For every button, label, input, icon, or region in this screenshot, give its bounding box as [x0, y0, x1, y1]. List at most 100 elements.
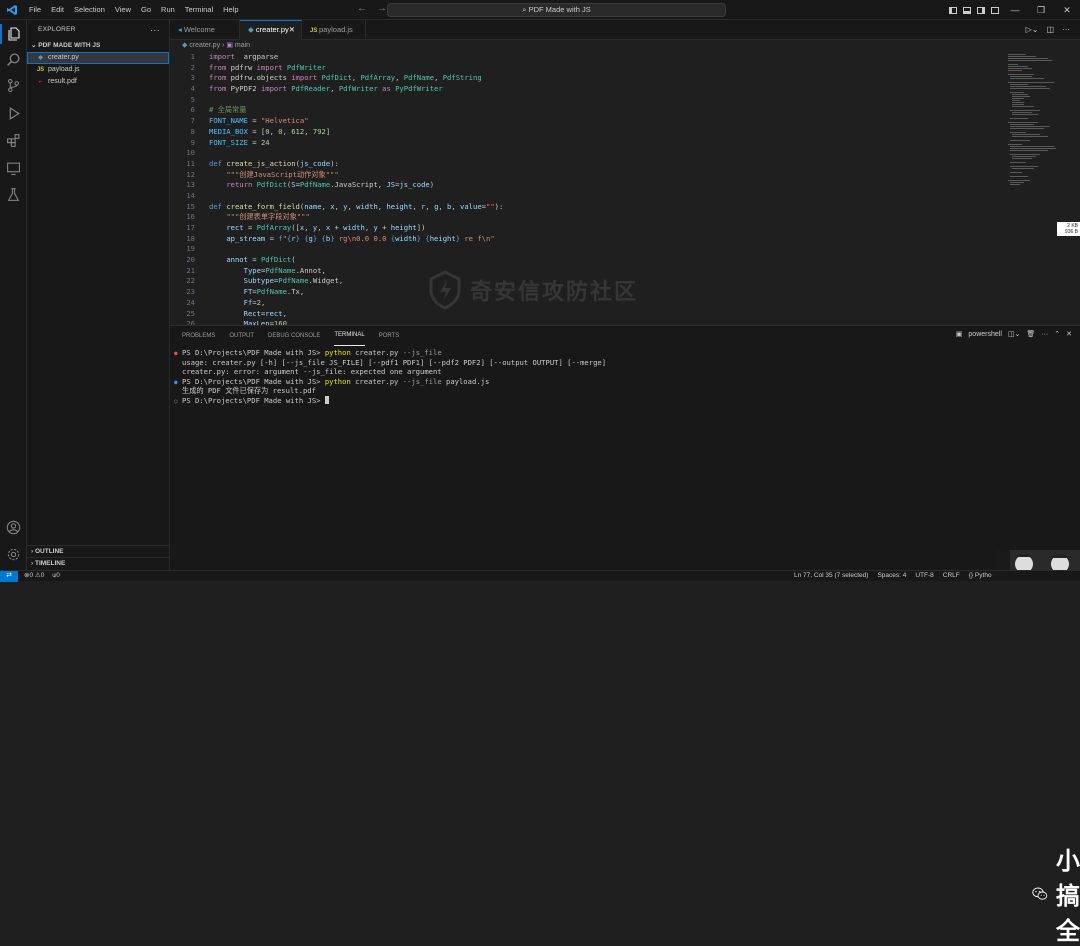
line-number: 12	[186, 169, 195, 179]
maximize-panel-icon[interactable]: ⌃	[1054, 330, 1060, 338]
line-number: 22	[186, 276, 195, 286]
search-icon[interactable]	[6, 52, 21, 67]
account-icon[interactable]	[6, 520, 21, 535]
testing-icon[interactable]	[6, 187, 21, 202]
menu-item-help[interactable]: Help	[218, 0, 243, 20]
menu-item-run[interactable]: Run	[156, 0, 180, 20]
end-of-line[interactable]: CRLF	[943, 571, 960, 581]
menu-item-terminal[interactable]: Terminal	[180, 0, 218, 20]
back-arrow-icon[interactable]: ←	[357, 3, 367, 14]
line-number: 4	[190, 84, 195, 94]
code-token: (	[291, 255, 296, 265]
code-token: ,	[412, 201, 422, 211]
indentation[interactable]: Spaces: 4	[877, 571, 906, 581]
code-token: =	[243, 223, 257, 232]
outline-section[interactable]: › OUTLINE	[27, 545, 170, 557]
toggle-secondary-sidebar-icon[interactable]	[974, 0, 988, 20]
restore-button[interactable]: ❐	[1028, 0, 1054, 20]
panel-tab-debug-console[interactable]: DEBUG CONSOLE	[268, 326, 320, 346]
more-actions-icon[interactable]: ···	[1062, 20, 1070, 40]
menu-item-go[interactable]: Go	[136, 0, 156, 20]
code-token: import	[256, 62, 283, 72]
problems-indicator[interactable]: ⊗0 ⚠0	[24, 571, 44, 581]
file-result-pdf[interactable]: ⌐ result.pdf	[27, 76, 169, 88]
explorer-header: EXPLORER ···	[27, 20, 169, 40]
terminal-profile[interactable]: powershell	[968, 331, 1001, 338]
close-icon[interactable]: ✕	[289, 21, 295, 39]
line-number: 10	[186, 148, 195, 158]
menu-item-file[interactable]: File	[24, 0, 46, 20]
code-token: ]	[325, 126, 331, 136]
panel-tab-ports[interactable]: PORTS	[379, 326, 400, 346]
toggle-panel-icon[interactable]	[960, 0, 974, 20]
menu-item-edit[interactable]: Edit	[46, 0, 69, 20]
trash-icon[interactable]: 🗑	[1026, 330, 1035, 338]
line-number: 15	[186, 201, 195, 211]
code-token: ([	[291, 223, 300, 232]
tab-creater-py[interactable]: ◆ creater.py ✕	[240, 20, 302, 40]
status-bar: ⇄ ⊗0 ⚠0 ⍦0 Ln 77, Col 35 (7 selected) Sp…	[0, 570, 1080, 582]
cursor-position[interactable]: Ln 77, Col 35 (7 selected)	[794, 571, 868, 581]
line-source: return PdfDict(S=PdfName.JavaScript, JS=…	[209, 180, 434, 191]
tab-welcome[interactable]: ◂ Welcome	[170, 20, 240, 40]
file-creater-py[interactable]: ◆ creater.py	[27, 52, 169, 64]
close-window-button[interactable]: ✕	[1054, 0, 1080, 20]
more-actions-icon[interactable]: ···	[150, 20, 160, 40]
explorer-sidebar: EXPLORER ··· ⌄ PDF MADE WITH JS ◆ creater.…	[27, 20, 170, 570]
code-line: 22 Subtype=PdfName.Widget,	[170, 276, 343, 287]
command-status-icon[interactable]: ○	[174, 397, 182, 407]
split-editor-icon[interactable]: ◫	[1046, 20, 1054, 40]
settings-gear-icon[interactable]	[6, 547, 21, 562]
toggle-sidebar-icon[interactable]	[946, 0, 960, 20]
close-icon[interactable]: ✕	[1066, 330, 1072, 338]
remote-indicator-icon[interactable]: ⇄	[0, 571, 18, 582]
source-control-icon[interactable]	[6, 78, 21, 93]
code-token: ,	[304, 223, 313, 232]
run-file-icon[interactable]: ▷⌄	[1026, 20, 1039, 40]
menu-item-selection[interactable]: Selection	[69, 0, 110, 20]
workspace-folder[interactable]: ⌄ PDF MADE WITH JS	[27, 40, 169, 52]
status-left: ⊗0 ⚠0 ⍦0	[24, 571, 60, 581]
terminal-command: python	[324, 348, 351, 357]
code-token: import	[209, 52, 235, 61]
code-line: 19	[170, 244, 195, 255]
panel-tab-terminal[interactable]: TERMINAL	[334, 326, 365, 346]
code-token: rg\n0.0 0.0	[334, 233, 391, 243]
timeline-section[interactable]: › TIMELINE	[27, 557, 170, 569]
extensions-icon[interactable]	[6, 133, 21, 148]
tab-payload-js[interactable]: JS payload.js	[302, 20, 366, 40]
ports-count: 0	[56, 572, 60, 579]
command-center[interactable]: ⌕ PDF Made with JS	[387, 3, 726, 17]
panel-tab-output[interactable]: OUTPUT	[229, 326, 254, 346]
split-terminal-icon[interactable]: ◫⌄	[1008, 330, 1020, 338]
forward-arrow-icon[interactable]: →	[377, 3, 387, 14]
ports-indicator[interactable]: ⍦0	[52, 571, 60, 581]
breadcrumb-symbol[interactable]: main	[235, 42, 250, 49]
file-payload-js[interactable]: JS payload.js	[27, 64, 169, 76]
menu-item-view[interactable]: View	[110, 0, 136, 20]
run-debug-icon[interactable]	[6, 106, 21, 121]
line-number: 16	[186, 212, 195, 222]
more-actions-icon[interactable]: ···	[1041, 331, 1048, 338]
language-mode[interactable]: {} Pytho	[969, 571, 992, 581]
line-number: 23	[186, 287, 195, 297]
terminal-output[interactable]: ● PS D:\Projects\PDF Made with JS> python…	[174, 348, 606, 406]
activity-explorer[interactable]	[0, 24, 27, 44]
code-token: .Widget,	[308, 276, 344, 286]
code-token: PdfString	[442, 73, 482, 83]
remote-explorer-icon[interactable]	[6, 161, 21, 176]
minimap[interactable]	[1006, 52, 1070, 192]
panel-tab-problems[interactable]: PROBLEMS	[182, 326, 215, 346]
customize-layout-icon[interactable]	[988, 0, 1002, 20]
breadcrumb-file[interactable]: creater.py	[189, 42, 220, 49]
line-number: 25	[186, 308, 195, 318]
line-number: 20	[186, 255, 195, 265]
encoding[interactable]: UTF-8	[915, 571, 933, 581]
minimize-button[interactable]: —	[1002, 0, 1028, 20]
terminal-args: payload.js	[441, 376, 490, 386]
